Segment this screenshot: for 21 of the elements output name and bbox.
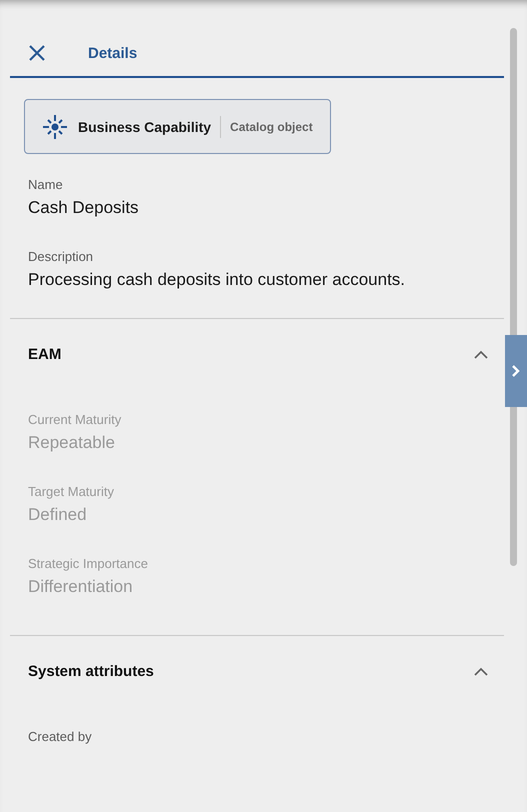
field-label: Strategic Importance bbox=[28, 555, 149, 573]
field-value: Differentiation bbox=[28, 576, 134, 598]
capability-icon bbox=[42, 114, 68, 140]
field-label: Created by bbox=[28, 728, 93, 746]
field-label: Description bbox=[28, 248, 94, 266]
panel-title: Details bbox=[88, 44, 138, 62]
expand-panel-button[interactable] bbox=[505, 335, 527, 407]
field-value: Cash Deposits bbox=[28, 197, 140, 219]
section-header[interactable]: System attributes bbox=[10, 636, 504, 706]
chevron-up-icon bbox=[474, 666, 488, 676]
field-label: Name bbox=[28, 176, 64, 194]
section-header[interactable]: EAM bbox=[10, 319, 504, 389]
field-value: Repeatable bbox=[28, 432, 116, 454]
chevron-up-icon bbox=[474, 350, 488, 358]
object-category: Catalog object bbox=[230, 120, 313, 134]
field-label: Target Maturity bbox=[28, 483, 115, 501]
chevron-right-icon bbox=[511, 364, 521, 378]
object-type: Business Capability bbox=[78, 118, 212, 134]
field-label: Current Maturity bbox=[28, 411, 122, 429]
field-value: Processing cash deposits into customer accounts. bbox=[28, 269, 406, 291]
field-value: Defined bbox=[28, 504, 88, 526]
